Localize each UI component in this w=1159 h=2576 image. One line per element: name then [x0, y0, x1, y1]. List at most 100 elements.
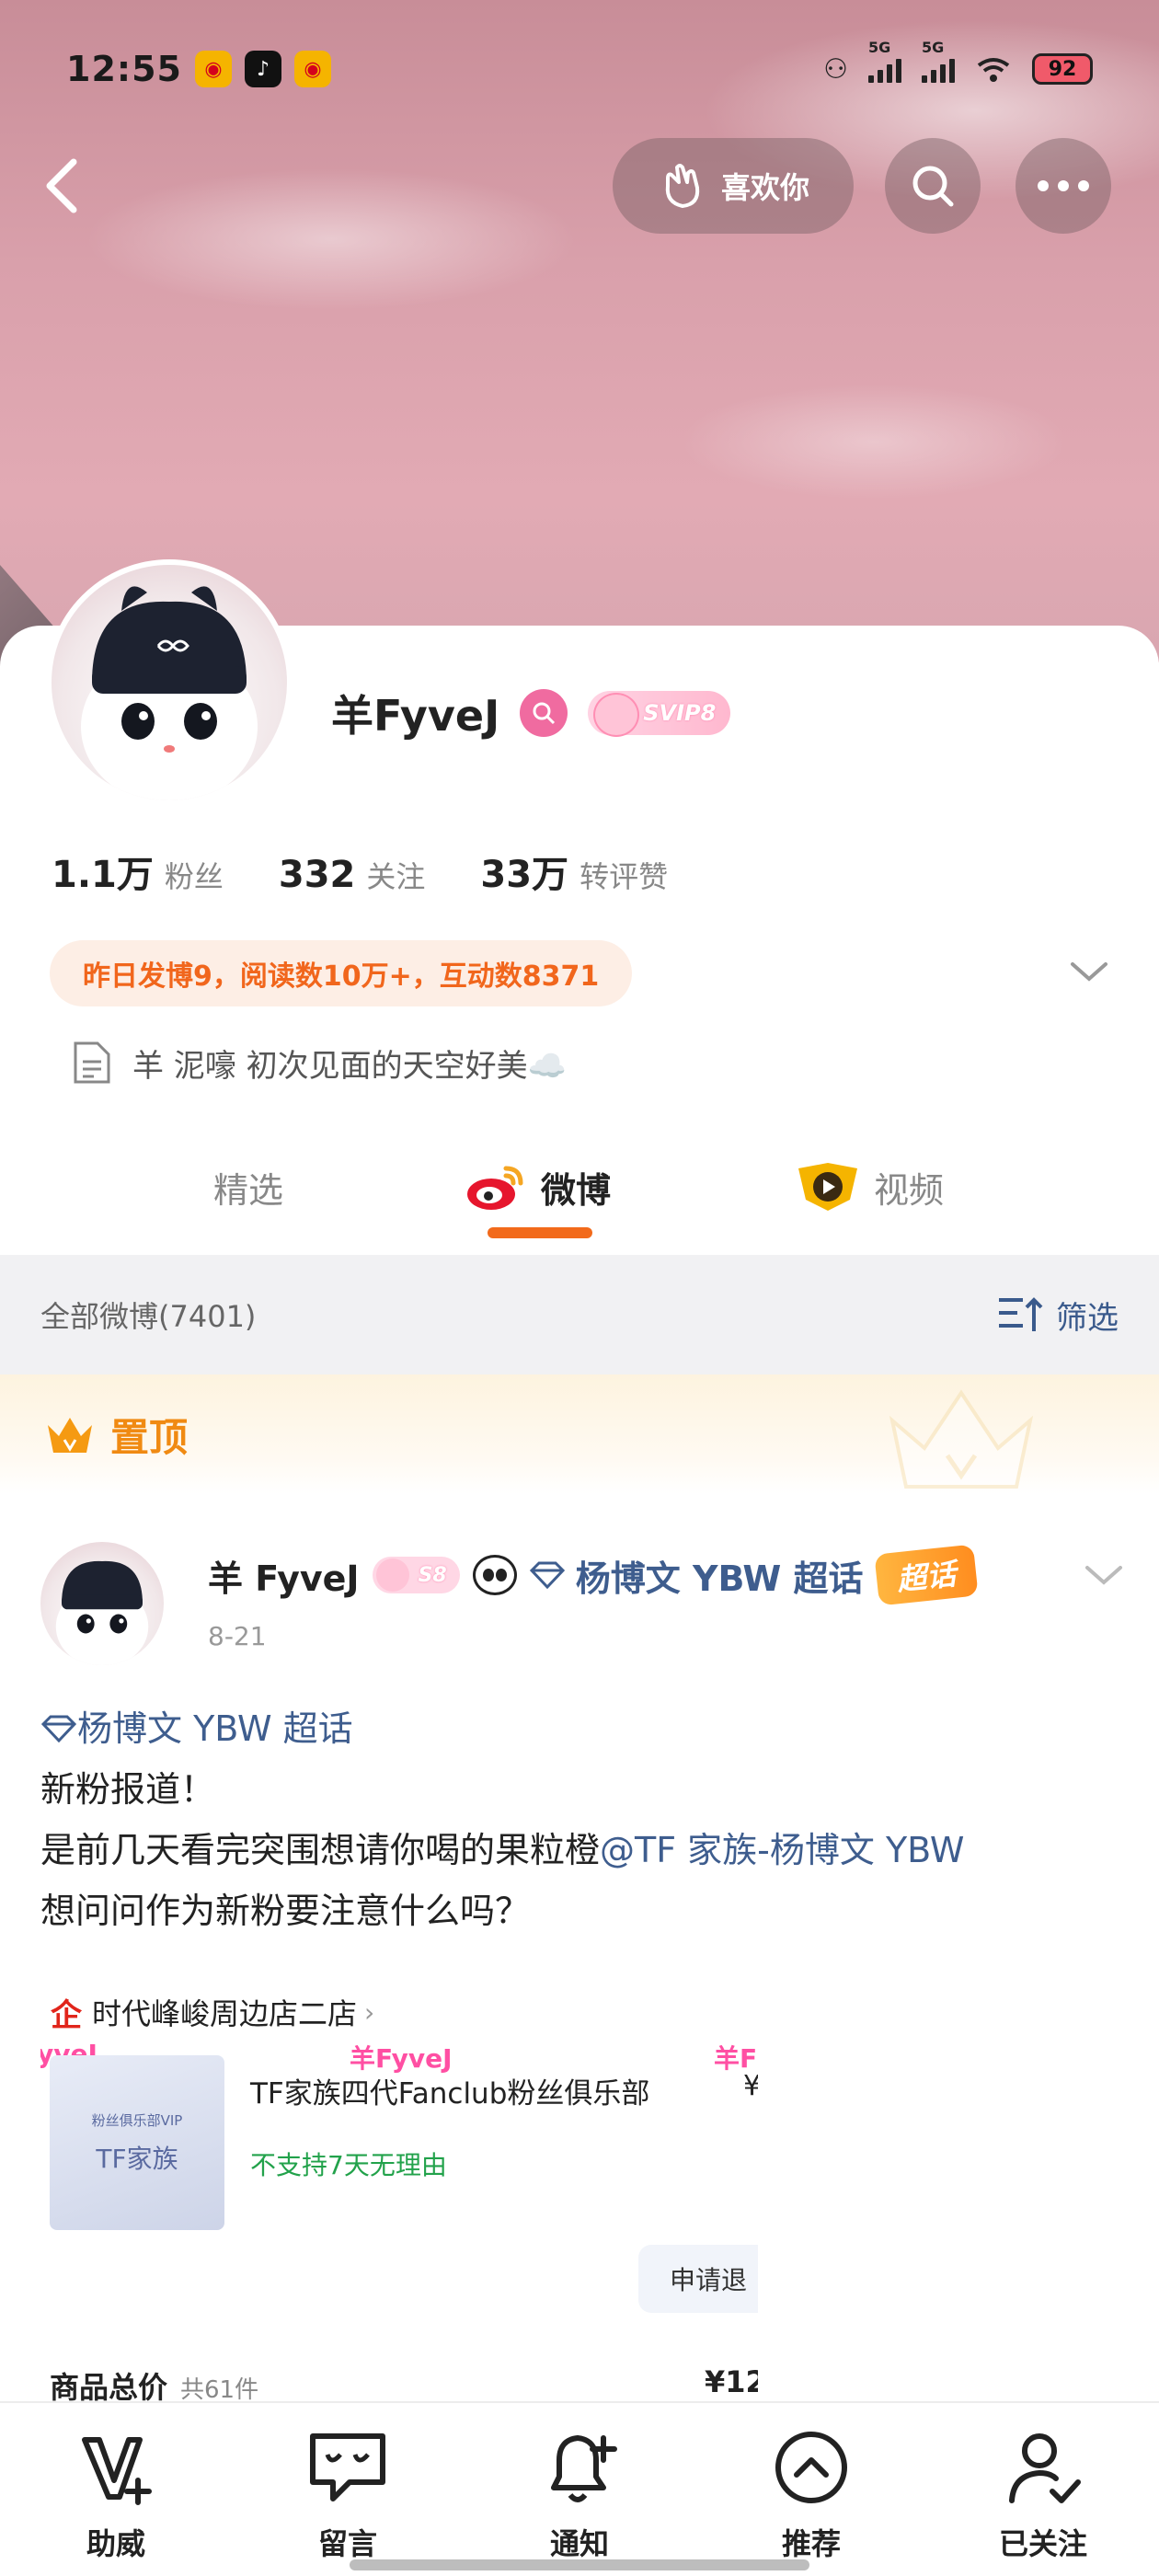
nfc-icon: ⚇ — [823, 52, 848, 86]
panda-badge-icon — [472, 1555, 517, 1595]
tiktok-notification-icon: ♪ — [244, 51, 281, 87]
notify-button[interactable]: 通知 — [464, 2403, 695, 2576]
hand-heart-icon — [665, 164, 700, 208]
post-topic-text: 杨博文 YBW 超话 — [77, 1708, 353, 1749]
post-author-row: 羊 FyveJ S8 杨博文 YBW 超话 超话 — [208, 1544, 979, 1606]
product-thumbnail: 粉丝俱乐部VIP TF家族 — [50, 2055, 224, 2230]
signal-icon: 5G — [922, 39, 955, 83]
like-you-button[interactable]: 喜欢你 — [613, 138, 854, 234]
profile-tabs: 精选 微博 视频 — [0, 1141, 1159, 1251]
vip-level-badge: S8 — [372, 1557, 460, 1593]
chevron-up-circle-icon — [775, 2432, 847, 2503]
following-status-label: 已关注 — [998, 2526, 1087, 2561]
refund-button: 申请退 — [638, 2245, 758, 2313]
crown-watermark-icon — [889, 1389, 1034, 1489]
cheer-button[interactable]: 助威 — [0, 2403, 232, 2576]
chevron-right-icon: › — [364, 1996, 375, 2028]
filter-bar: 全部微博(7401) 筛选 — [0, 1255, 1159, 1374]
post-text-line: 新粉报道！ — [40, 1769, 216, 1810]
interactions-stat[interactable]: 33万 转评赞 — [480, 845, 668, 898]
profile-avatar[interactable] — [46, 559, 293, 806]
battery-level: 92 — [1048, 57, 1077, 81]
signal-icon: 5G — [868, 39, 901, 83]
stat-label: 转评赞 — [580, 859, 669, 894]
bell-plus-icon — [551, 2435, 617, 2502]
total-value: ¥12 — [705, 2364, 758, 2399]
weibo-logo-icon — [467, 1166, 523, 1210]
profile-stats: 1.1万 粉丝 332 关注 33万 转评赞 — [52, 845, 668, 898]
tab-label: 微博 — [541, 1169, 612, 1211]
stat-number: 332 — [278, 854, 356, 896]
tab-weibo[interactable]: 微博 — [464, 1141, 611, 1233]
supertopic-name: 杨博文 YBW 超话 — [575, 1558, 864, 1599]
post-topic-line[interactable]: 杨博文 YBW 超话 — [40, 1698, 1126, 1759]
stat-label: 粉丝 — [164, 859, 224, 894]
shop-logo-icon: 企 — [51, 1996, 82, 2034]
followers-stat[interactable]: 1.1万 粉丝 — [52, 845, 224, 898]
profile-bio: 羊 泥嚎 初次见面的天空好美☁️ — [72, 1040, 567, 1086]
home-indicator[interactable] — [350, 2559, 809, 2570]
tab-video[interactable]: 视频 — [795, 1141, 944, 1233]
video-play-icon — [798, 1163, 857, 1211]
avatar-plush-image — [55, 1560, 149, 1665]
back-arrow-icon[interactable] — [37, 156, 92, 215]
product-thumbnail-small-text: 粉丝俱乐部VIP — [91, 2111, 183, 2129]
post-text-line: 是前几天看完突围想请你喝的果粒橙@TF 家族-杨博文 YBW — [40, 1820, 1126, 1880]
product-title: TF家族四代Fanclub粉丝俱乐部 — [250, 2077, 650, 2110]
top-nav: 喜欢你 — [0, 138, 1159, 234]
post-text-line: 想问问作为新粉要注意什么吗？ — [40, 1891, 531, 1931]
verified-badge-icon[interactable] — [520, 689, 568, 737]
message-label: 留言 — [317, 2526, 377, 2561]
order-total-row: 商品总价 共61件 — [50, 2364, 258, 2401]
tab-featured[interactable]: 精选 — [213, 1141, 283, 1233]
cheer-v-plus-icon — [82, 2437, 152, 2505]
recommend-button[interactable]: 推荐 — [695, 2403, 927, 2576]
stat-label: 关注 — [366, 859, 426, 894]
wifi-icon — [977, 58, 1010, 82]
message-button[interactable]: 留言 — [232, 2403, 464, 2576]
status-bar: 12:55 ◉ ♪ ◉ ⚇ 5G 5G 92 — [66, 37, 1093, 101]
active-tab-indicator — [488, 1227, 592, 1238]
total-label: 商品总价 — [50, 2370, 168, 2401]
filter-label: 筛选 — [1056, 1299, 1119, 1337]
product-thumbnail-title: TF家族 — [96, 2143, 178, 2174]
post-image-order-card[interactable]: 企 时代峰峻周边店二店 › yveJ 羊FyveJ 羊F 粉丝俱乐部VIP TF… — [40, 1978, 758, 2401]
all-posts-count: 全部微博(7401) — [40, 1299, 257, 1334]
post-header: 羊 FyveJ S8 杨博文 YBW 超话 超话 8-21 — [40, 1542, 1126, 1665]
more-button[interactable] — [1016, 138, 1111, 234]
svip-badge[interactable]: SVIP8 — [588, 691, 731, 737]
user-check-icon — [1009, 2433, 1081, 2503]
weibo-notification-icon: ◉ — [194, 51, 232, 87]
shop-row[interactable]: 企 时代峰峻周边店二店 › — [48, 1991, 375, 2034]
post-content: 杨博文 YBW 超话 新粉报道！ 是前几天看完突围想请你喝的果粒橙@TF 家族-… — [40, 1698, 1126, 1941]
chevron-down-icon[interactable] — [1067, 953, 1111, 990]
diamond-icon — [40, 1715, 77, 1743]
product-price: ¥ — [743, 2070, 758, 2102]
search-button[interactable] — [885, 138, 981, 234]
filter-button[interactable]: 筛选 — [997, 1293, 1119, 1338]
post-author-avatar[interactable] — [40, 1542, 164, 1665]
weibo-notification-icon: ◉ — [293, 51, 331, 87]
stat-number: 1.1万 — [52, 854, 154, 896]
total-count: 共61件 — [180, 2376, 259, 2401]
document-icon — [74, 1041, 110, 1084]
bio-text: 羊 泥嚎 初次见面的天空好美☁️ — [132, 1047, 567, 1085]
cheer-label: 助威 — [86, 2526, 145, 2561]
diamond-icon — [529, 1561, 565, 1589]
daily-summary-pill[interactable]: 昨日发博9，阅读数10万+，互动数8371 — [50, 940, 633, 1006]
chevron-down-icon[interactable] — [1082, 1557, 1126, 1593]
following-stat[interactable]: 332 关注 — [279, 854, 426, 896]
message-bubble-icon — [310, 2433, 385, 2501]
user-mention-link[interactable]: @TF 家族-杨博文 YBW — [600, 1830, 964, 1870]
bottom-action-bar: 助威 留言 通知 推荐 已关注 — [0, 2401, 1159, 2576]
supertopic-link[interactable]: 杨博文 YBW 超话 — [529, 1550, 864, 1601]
return-policy-note: 不支持7天无理由 — [250, 2150, 447, 2180]
profile-name-row: 羊FyveJ SVIP8 — [331, 683, 731, 743]
search-icon — [912, 166, 954, 207]
post-text-segment: 是前几天看完突围想请你喝的果粒橙 — [40, 1830, 601, 1870]
supertopic-badge: 超话 — [873, 1544, 979, 1606]
network-type-label: 5G — [922, 39, 945, 56]
following-status-button[interactable]: 已关注 — [927, 2403, 1159, 2576]
post-author-name[interactable]: 羊 FyveJ — [208, 1550, 360, 1601]
crown-icon — [48, 1418, 92, 1453]
